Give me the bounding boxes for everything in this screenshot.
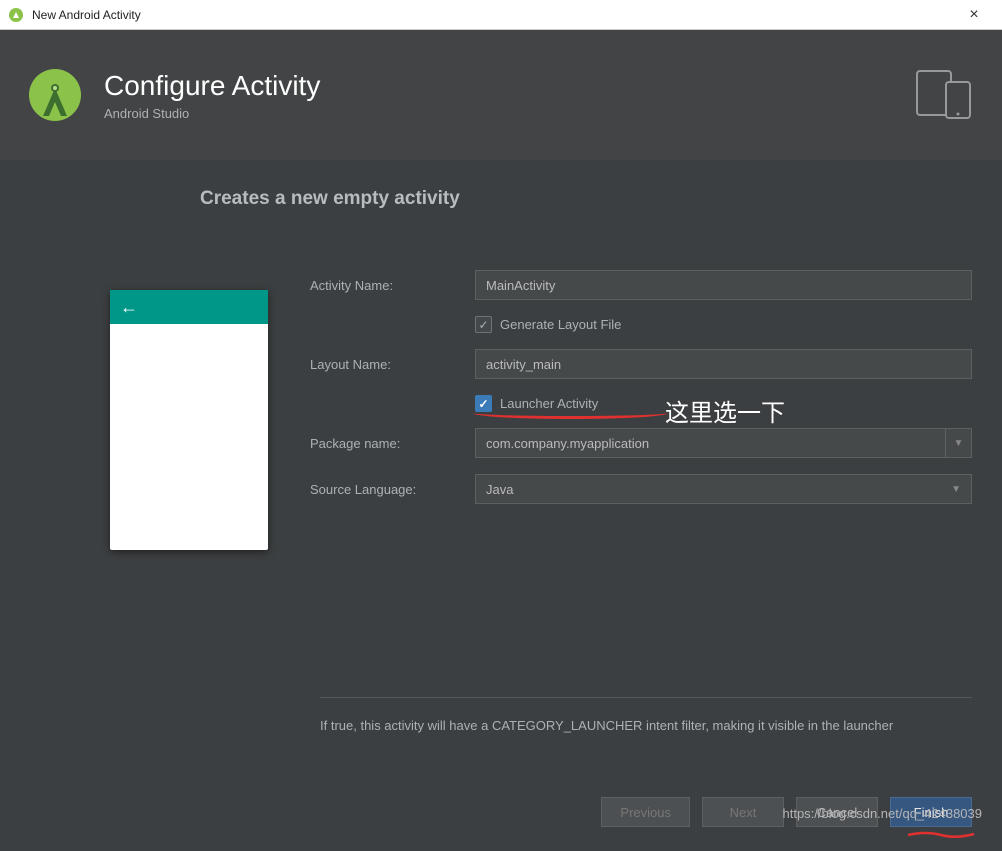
help-text: If true, this activity will have a CATEG… (320, 716, 910, 737)
cancel-button[interactable]: Cancel (796, 797, 878, 827)
layout-name-input[interactable] (475, 349, 972, 379)
package-name-dropdown[interactable]: com.company.myapplication ▼ (475, 428, 972, 458)
footer-divider (320, 697, 972, 698)
window-titlebar: New Android Activity × (0, 0, 1002, 30)
dropdown-arrow-icon[interactable]: ▼ (945, 429, 971, 457)
section-title: Creates a new empty activity (0, 188, 1002, 210)
finish-button[interactable]: Finish (890, 797, 972, 827)
source-language-label: Source Language: (310, 482, 475, 497)
wizard-header: Configure Activity Android Studio (0, 30, 1002, 160)
window-title: New Android Activity (32, 8, 954, 22)
layout-name-label: Layout Name: (310, 357, 475, 372)
previous-button[interactable]: Previous (601, 797, 690, 827)
preview-appbar: ← (110, 290, 268, 324)
close-icon[interactable]: × (954, 6, 994, 24)
source-language-dropdown[interactable]: Java ▼ (475, 474, 972, 504)
button-row: Previous Next Cancel Finish (30, 797, 972, 827)
android-studio-logo-icon (28, 68, 82, 122)
package-name-label: Package name: (310, 436, 475, 451)
chinese-annotation: 这里选一下 (665, 393, 785, 428)
wizard-title: Configure Activity (104, 70, 320, 102)
next-button[interactable]: Next (702, 797, 784, 827)
devices-icon (916, 70, 972, 125)
launcher-activity-checkbox[interactable]: ✓ (475, 395, 492, 412)
dropdown-arrow-icon: ▼ (951, 484, 961, 495)
activity-preview: ← (110, 290, 268, 550)
android-studio-icon (8, 7, 24, 23)
back-arrow-icon: ← (120, 297, 138, 318)
launcher-activity-label: Launcher Activity (500, 396, 598, 411)
activity-name-label: Activity Name: (310, 278, 475, 293)
red-scribble-annotation (906, 831, 976, 839)
source-language-value: Java (486, 482, 513, 497)
generate-layout-checkbox[interactable]: ✓ (475, 316, 492, 333)
header-text-block: Configure Activity Android Studio (104, 70, 320, 121)
red-underline-annotation (473, 413, 668, 419)
config-form: Activity Name: ✓ Generate Layout File La… (268, 270, 972, 550)
generate-layout-label: Generate Layout File (500, 317, 621, 332)
wizard-footer: If true, this activity will have a CATEG… (0, 697, 1002, 851)
wizard-subtitle: Android Studio (104, 106, 320, 121)
activity-name-input[interactable] (475, 270, 972, 300)
package-name-value: com.company.myapplication (476, 430, 945, 457)
wizard-content: ← Activity Name: ✓ Generate Layout File … (0, 240, 1002, 550)
